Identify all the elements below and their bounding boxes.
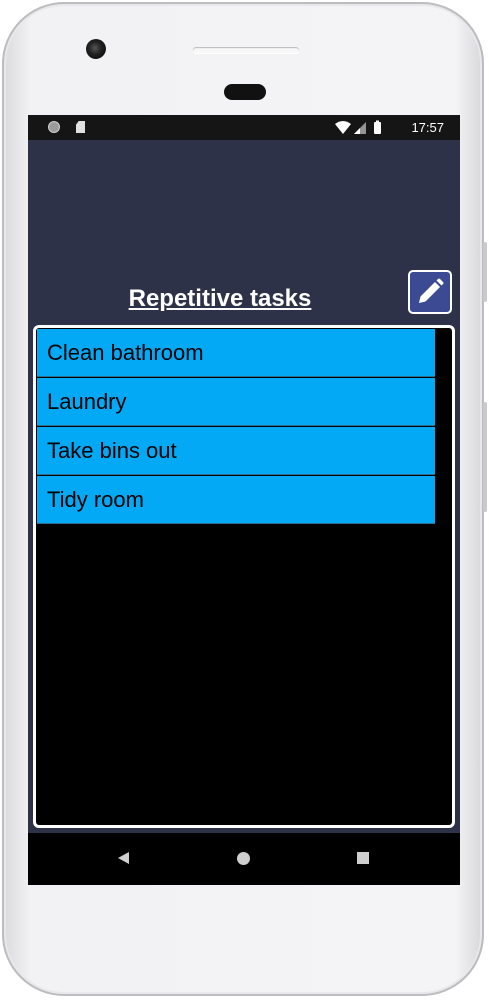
phone-frame: 17:57 Repetitive tasks Clean bathroom La… <box>2 2 487 996</box>
page-title: Repetitive tasks <box>128 285 312 312</box>
list-item[interactable]: Tidy room <box>37 476 435 524</box>
circle-notification-icon <box>48 121 60 133</box>
proximity-sensor <box>224 84 266 100</box>
edit-button[interactable] <box>408 270 452 314</box>
list-item[interactable]: Clean bathroom <box>37 329 435 377</box>
volume-button <box>483 402 487 512</box>
status-time: 17:57 <box>411 120 444 135</box>
task-list[interactable]: Clean bathroom Laundry Take bins out Tid… <box>33 325 455 828</box>
back-icon[interactable] <box>118 852 129 864</box>
recents-icon[interactable] <box>357 852 369 864</box>
sd-card-icon <box>76 121 85 133</box>
status-icons <box>335 120 381 134</box>
list-item[interactable]: Take bins out <box>37 427 435 475</box>
front-camera <box>86 39 106 59</box>
home-icon[interactable] <box>237 852 250 865</box>
pencil-icon <box>419 278 444 303</box>
wifi-icon <box>335 121 351 134</box>
power-button <box>483 242 487 302</box>
header: Repetitive tasks <box>28 140 460 325</box>
app-screen: 17:57 Repetitive tasks Clean bathroom La… <box>28 115 460 885</box>
list-item[interactable]: Laundry <box>37 378 435 426</box>
battery-icon <box>374 122 381 134</box>
earpiece-speaker <box>193 47 299 53</box>
navigation-bar <box>28 833 460 885</box>
status-bar: 17:57 <box>28 115 460 140</box>
